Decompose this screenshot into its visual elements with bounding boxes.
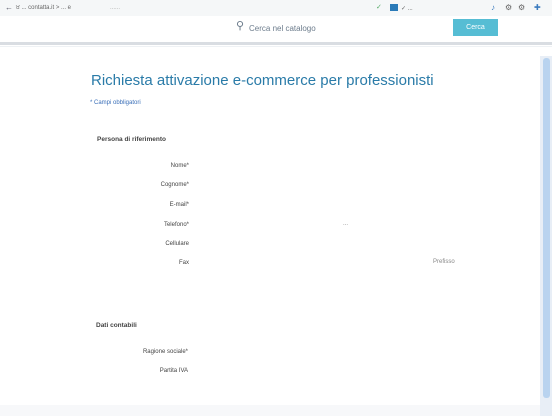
section-dati: Dati contabili xyxy=(96,322,137,329)
telefono-hint: ... xyxy=(343,221,349,227)
input-cognome[interactable] xyxy=(200,180,360,190)
label-partita-iva: Partita IVA xyxy=(159,368,188,374)
breadcrumb-extra: ...... xyxy=(110,5,121,11)
fax-hint: Prefisso xyxy=(433,259,455,265)
cart-icon[interactable]: ⚙ xyxy=(518,3,525,12)
page-title: Richiesta attivazione e-commerce per pro… xyxy=(91,72,434,89)
bottom-edge xyxy=(0,405,540,416)
back-arrow-icon[interactable]: ← xyxy=(5,3,13,12)
label-cellulare: Cellulare xyxy=(165,241,189,247)
scrollbar-thumb[interactable] xyxy=(543,58,550,398)
label-telefono: Telefono* xyxy=(163,222,189,228)
label-email: E-mail* xyxy=(169,202,189,208)
nav-divider-light xyxy=(0,46,552,47)
settings-icon[interactable]: ⚙ xyxy=(505,3,512,12)
input-email[interactable] xyxy=(200,200,360,210)
nav-divider xyxy=(0,42,552,45)
input-cellulare[interactable] xyxy=(200,239,360,249)
label-nome: Nome* xyxy=(170,163,189,169)
top-bar: ← ਖ਼ ... contatta.it > ... e ...... ✓ ✓ … xyxy=(0,0,552,16)
language-selector[interactable]: ✓ ... xyxy=(401,5,413,12)
search-bar: ⚲ Cerca xyxy=(0,16,552,42)
input-fax[interactable] xyxy=(200,258,360,268)
user-icon[interactable]: ♪ xyxy=(491,3,495,12)
add-icon[interactable]: ✚ xyxy=(534,3,541,12)
breadcrumb[interactable]: ਖ਼ ... contatta.it > ... e xyxy=(16,5,71,12)
search-icon: ⚲ xyxy=(236,20,245,32)
label-cognome: Cognome* xyxy=(160,182,189,188)
check-icon: ✓ xyxy=(376,4,382,11)
flag-icon xyxy=(390,4,398,11)
label-fax: Fax xyxy=(178,260,189,266)
section-persona: Persona di riferimento xyxy=(97,136,166,143)
input-telefono[interactable] xyxy=(200,220,340,230)
input-partita-iva[interactable] xyxy=(200,366,360,376)
required-fields-note: * Campi obbligatori xyxy=(90,100,141,106)
input-ragione-sociale[interactable] xyxy=(200,347,400,357)
search-button[interactable]: Cerca xyxy=(453,19,498,36)
search-input[interactable] xyxy=(249,21,439,35)
scrollbar[interactable] xyxy=(540,56,552,416)
label-ragione-sociale: Ragione sociale* xyxy=(142,349,188,355)
input-nome[interactable] xyxy=(200,161,360,171)
